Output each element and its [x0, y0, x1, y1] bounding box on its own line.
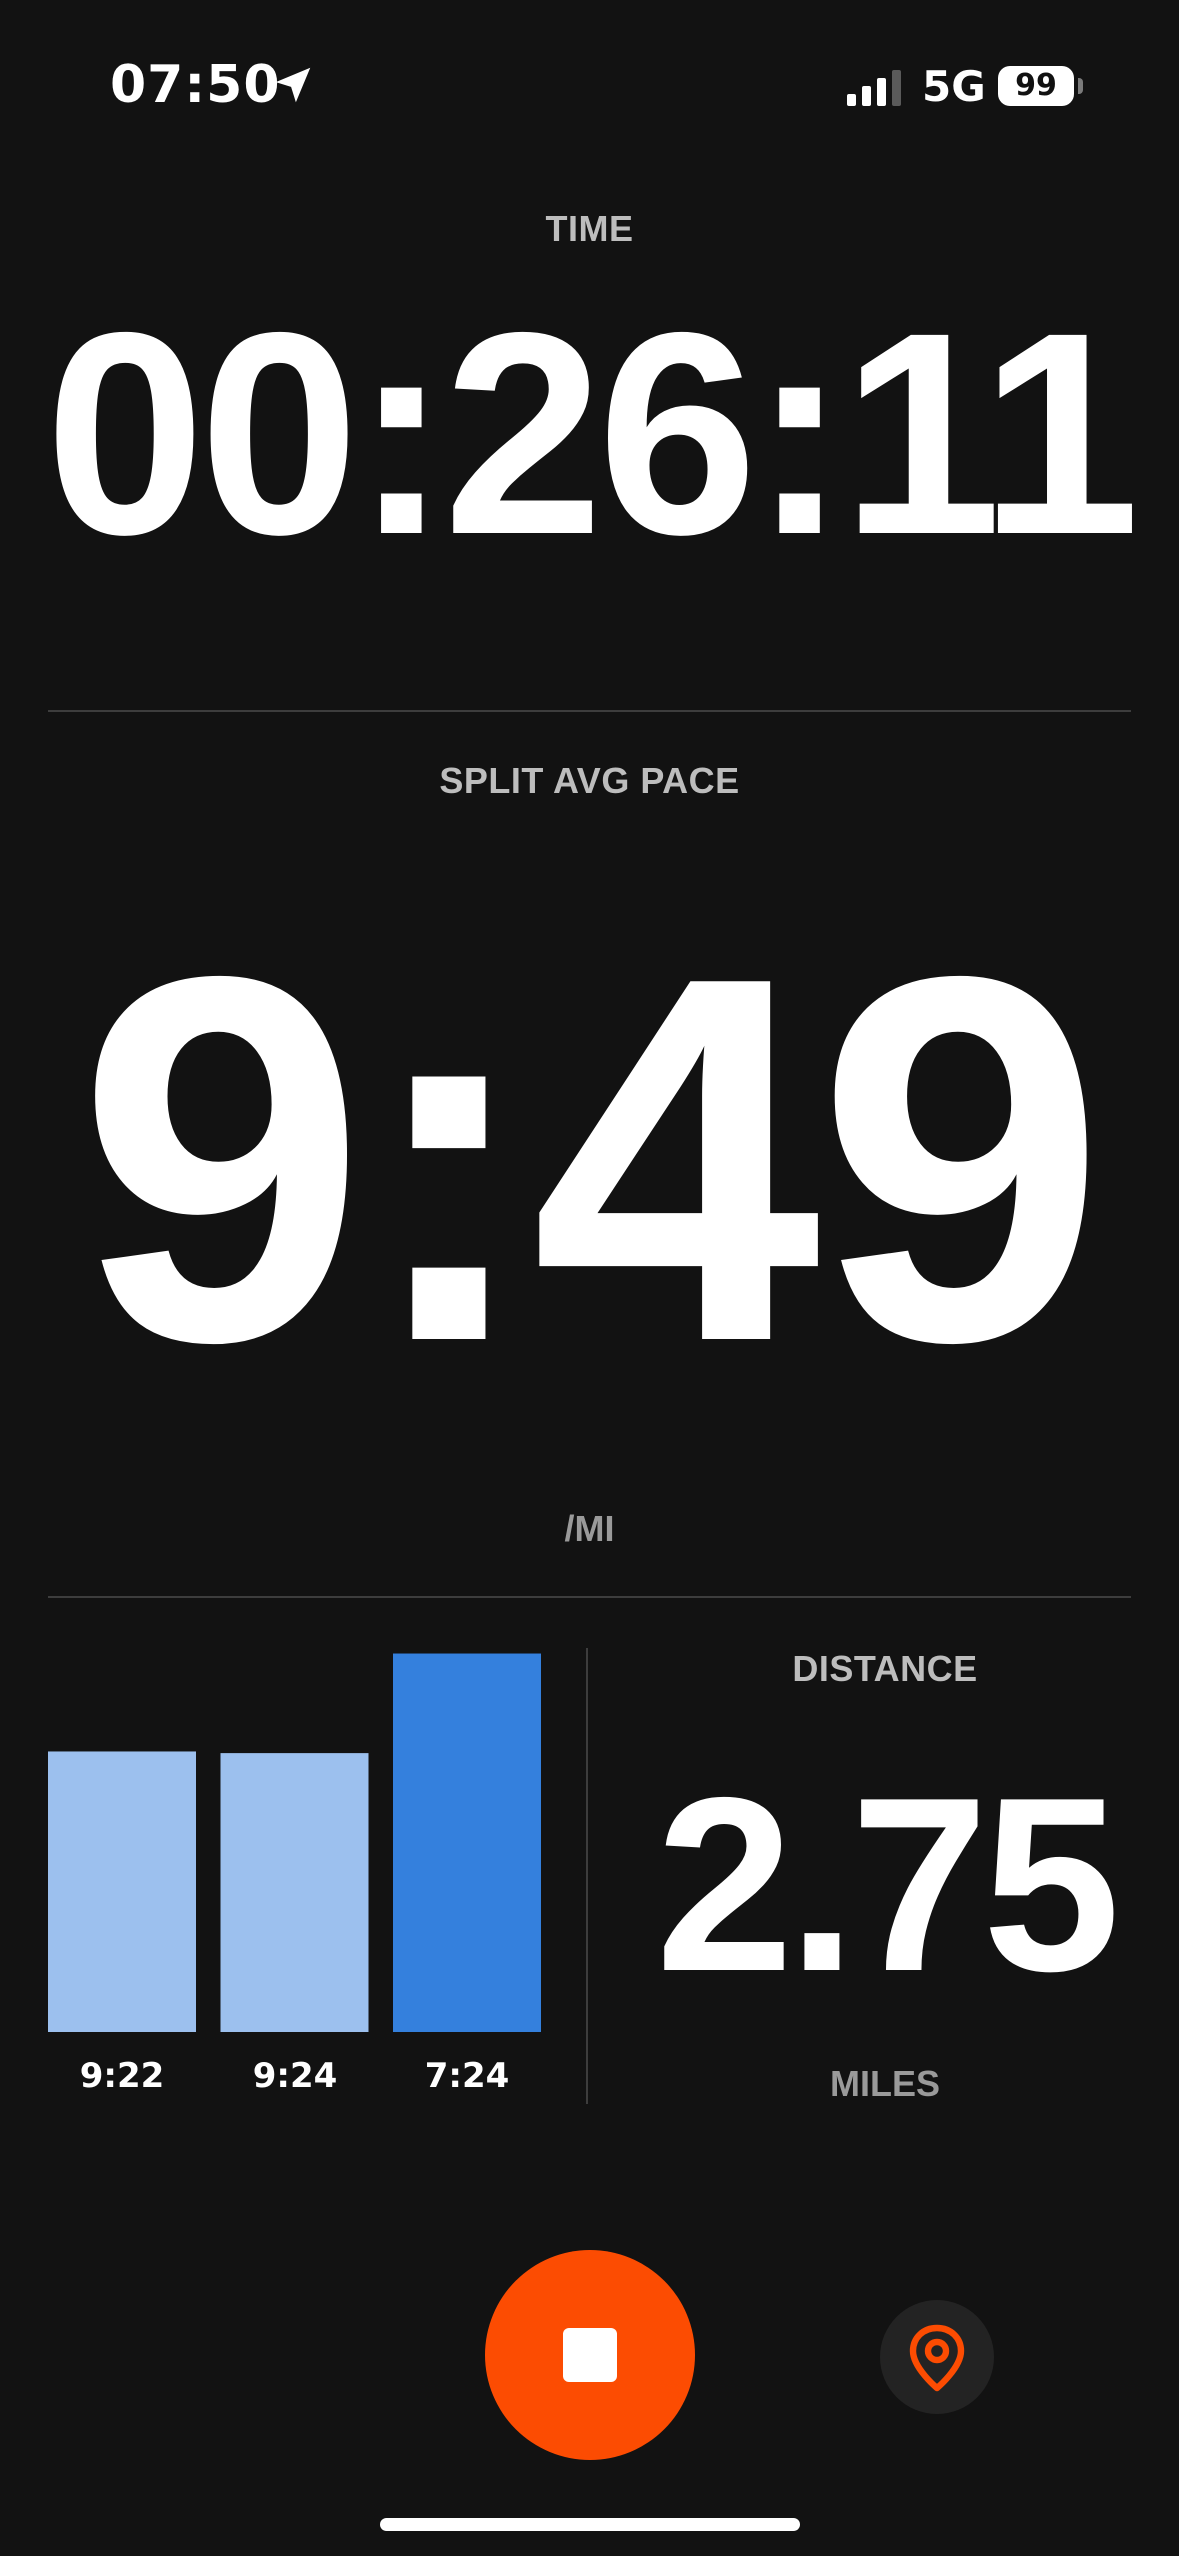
- status-bar: 07:50 5G 99: [0, 0, 1179, 170]
- split-bar-2: [220, 1753, 369, 2032]
- network-label: 5G: [922, 62, 986, 111]
- signal-icon: [847, 70, 901, 106]
- status-time: 07:50: [110, 55, 281, 115]
- split-bar-3: [393, 1653, 541, 2032]
- location-arrow-icon: [275, 67, 311, 103]
- home-indicator[interactable]: [380, 2518, 800, 2531]
- split-bars: [48, 1653, 541, 2032]
- divider-top: [48, 710, 1131, 712]
- stop-button[interactable]: [485, 2250, 695, 2460]
- pace-unit: /MI: [564, 1508, 615, 1549]
- map-button[interactable]: [880, 2300, 994, 2414]
- elapsed-time-value: 00:26:11: [45, 273, 1140, 595]
- distance-label: DISTANCE: [792, 1648, 978, 1689]
- divider-middle: [48, 1596, 1131, 1598]
- distance-value: 2.75: [655, 1745, 1121, 2023]
- split-label-3: 7:24: [424, 2056, 510, 2096]
- split-bar-1: [48, 1751, 196, 2032]
- distance-unit: MILES: [829, 2063, 940, 2104]
- split-label-2: 9:24: [252, 2056, 338, 2096]
- pace-label: SPLIT AVG PACE: [439, 760, 740, 801]
- time-label: TIME: [545, 208, 634, 249]
- battery-tip: [1078, 78, 1083, 94]
- split-chart: [48, 1640, 548, 2100]
- split-label-1: 9:22: [79, 2056, 165, 2096]
- map-pin-icon: [909, 2324, 965, 2392]
- battery-icon: 99: [998, 66, 1074, 106]
- split-pace-value: 9:49: [77, 869, 1106, 1450]
- divider-vertical: [586, 1648, 588, 2104]
- stop-icon: [563, 2328, 617, 2382]
